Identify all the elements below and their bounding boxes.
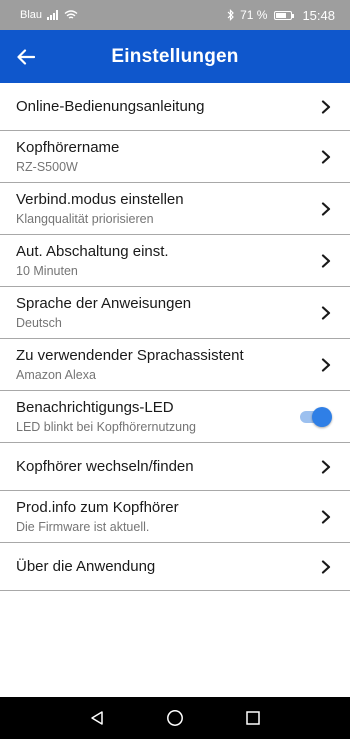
settings-item-text: Über die Anwendung xyxy=(16,557,155,576)
chevron-right-icon xyxy=(321,459,331,474)
carrier-name: Blau xyxy=(20,9,43,21)
settings-item-title: Zu verwendender Sprachassistent xyxy=(16,347,244,364)
settings-item-subtitle: Amazon Alexa xyxy=(16,368,96,382)
settings-item-text: Prod.info zum Kopfhörer Die Firmware ist … xyxy=(16,498,179,535)
settings-list: Online-Bedienungsanleitung Kopfhörername R… xyxy=(0,83,350,591)
settings-item-online-bedienungsanleitung[interactable]: Online-Bedienungsanleitung xyxy=(0,83,350,131)
signal-icon xyxy=(47,10,59,20)
settings-item-uber-die-anwendung[interactable]: Über die Anwendung xyxy=(0,543,350,591)
navigation-bar xyxy=(0,697,350,739)
chevron-right-icon xyxy=(321,357,331,372)
settings-item-title: Benachrichtigungs-LED xyxy=(16,399,174,416)
page-title: Einstellungen xyxy=(111,45,239,67)
nav-back-button[interactable] xyxy=(87,708,107,728)
triangle-back-icon xyxy=(91,711,103,725)
settings-item-title: Kopfhörername xyxy=(16,139,120,156)
settings-item-subtitle: Deutsch xyxy=(16,316,62,330)
settings-item-kopfhorer-wechseln-finden[interactable]: Kopfhörer wechseln/finden xyxy=(0,443,350,491)
square-recents-icon xyxy=(246,711,260,725)
settings-item-title: Verbind.modus einstellen xyxy=(16,191,184,208)
settings-item-text: Sprache der Anweisungen Deutsch xyxy=(16,294,191,331)
chevron-right-icon xyxy=(321,253,331,268)
settings-item-subtitle: LED blinkt bei Kopfhörernutzung xyxy=(16,420,196,434)
settings-item-text: Online-Bedienungsanleitung xyxy=(16,97,204,116)
settings-item-aut-abschaltung-einst[interactable]: Aut. Abschaltung einst. 10 Minuten xyxy=(0,235,350,287)
bluetooth-icon xyxy=(227,9,234,21)
nav-home-button[interactable] xyxy=(165,708,185,728)
wifi-icon xyxy=(64,10,78,19)
settings-item-text: Verbind.modus einstellen Klangqualität pr… xyxy=(16,190,184,227)
settings-item-title: Aut. Abschaltung einst. xyxy=(16,243,169,260)
status-bar: Blau 71 % 15:48 xyxy=(0,0,350,30)
settings-item-sprache-der-anweisungen[interactable]: Sprache der Anweisungen Deutsch xyxy=(0,287,350,339)
chevron-right-icon xyxy=(321,509,331,524)
settings-item-benachrichtigungs-led[interactable]: Benachrichtigungs-LED LED blinkt bei Kopf… xyxy=(0,391,350,443)
battery-percent: 71 % xyxy=(240,8,268,22)
chevron-right-icon xyxy=(321,201,331,216)
settings-item-subtitle: 10 Minuten xyxy=(16,264,78,278)
settings-item-kopfhorername[interactable]: Kopfhörername RZ-S500W xyxy=(0,131,350,183)
settings-item-text: Zu verwendender Sprachassistent Amazon Al… xyxy=(16,346,244,383)
settings-item-title: Online-Bedienungsanleitung xyxy=(16,98,205,115)
chevron-right-icon xyxy=(321,305,331,320)
chevron-right-icon xyxy=(321,559,331,574)
circle-home-icon xyxy=(167,710,183,726)
settings-item-subtitle: Die Firmware ist aktuell. xyxy=(16,520,150,534)
chevron-right-icon xyxy=(321,149,331,164)
settings-item-text: Benachrichtigungs-LED LED blinkt bei Kopf… xyxy=(16,398,196,435)
settings-item-title: Kopfhörer wechseln/finden xyxy=(16,458,194,475)
settings-item-text: Aut. Abschaltung einst. 10 Minuten xyxy=(16,242,169,279)
status-right: 71 % 15:48 xyxy=(227,8,335,23)
battery-icon xyxy=(274,10,295,20)
settings-item-title: Prod.info zum Kopfhörer xyxy=(16,499,179,516)
battery-fill xyxy=(276,12,287,18)
settings-item-title: Über die Anwendung xyxy=(16,558,156,575)
led-toggle-switch[interactable] xyxy=(298,406,332,427)
settings-item-text: Kopfhörername RZ-S500W xyxy=(16,138,119,175)
toggle-knob xyxy=(312,406,332,427)
settings-item-text: Kopfhörer wechseln/finden xyxy=(16,457,194,476)
settings-item-verbind-modus-einstellen[interactable]: Verbind.modus einstellen Klangqualität pr… xyxy=(0,183,350,235)
settings-item-subtitle: Klangqualität priorisieren xyxy=(16,212,154,226)
status-left: Blau xyxy=(20,9,78,21)
status-time: 15:48 xyxy=(302,7,335,23)
settings-item-prod-info-zum-kopfhorer[interactable]: Prod.info zum Kopfhörer Die Firmware ist … xyxy=(0,491,350,543)
settings-item-subtitle: RZ-S500W xyxy=(16,160,78,174)
settings-item-zu-verwendender-sprachassistent[interactable]: Zu verwendender Sprachassistent Amazon Al… xyxy=(0,339,350,391)
chevron-right-icon xyxy=(321,99,331,114)
app-bar: Einstellungen xyxy=(0,30,350,83)
settings-item-title: Sprache der Anweisungen xyxy=(16,295,192,312)
nav-recents-button[interactable] xyxy=(243,708,263,728)
